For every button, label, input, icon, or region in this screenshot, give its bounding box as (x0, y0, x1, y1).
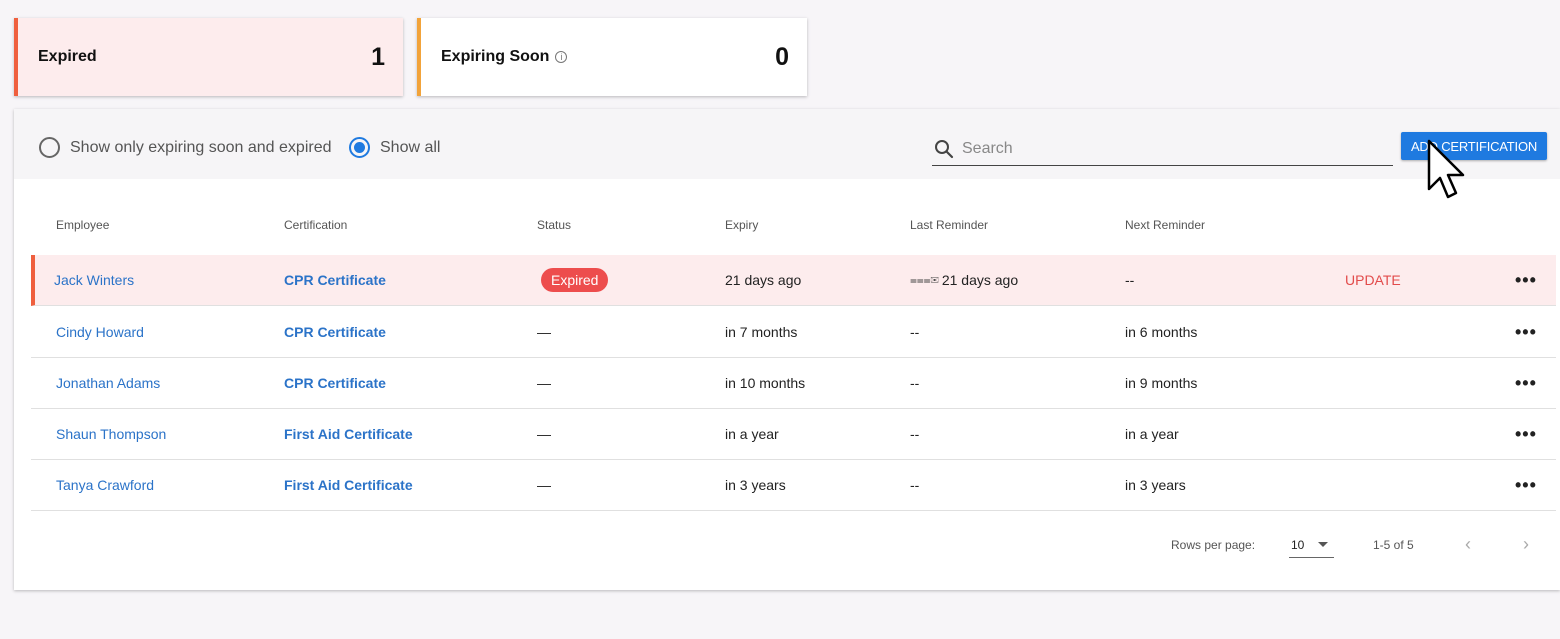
add-certification-button[interactable]: ADD CERTIFICATION (1401, 132, 1547, 160)
next-reminder-value: in 6 months (1125, 324, 1198, 340)
filter-toolbar: Show only expiring soon and expired Show… (14, 109, 1560, 179)
dropdown-caret-icon (1318, 542, 1329, 547)
expiry-value: in 7 months (725, 324, 798, 340)
column-header-expiry[interactable]: Expiry (725, 215, 758, 235)
certifications-panel: Show only expiring soon and expired Show… (14, 109, 1560, 590)
rows-per-page-select[interactable]: 10 (1289, 532, 1334, 558)
rows-per-page-label: Rows per page: (1171, 538, 1256, 552)
more-options-icon[interactable]: ••• (1515, 323, 1537, 341)
last-reminder-value: -- (910, 375, 920, 391)
radio-unchecked-icon (39, 137, 60, 158)
last-reminder-value: -- (910, 324, 920, 340)
expiring-soon-card-count: 0 (775, 42, 789, 71)
certification-link[interactable]: First Aid Certificate (284, 477, 413, 493)
status-value: — (537, 324, 551, 340)
expiring-soon-card[interactable]: Expiring Soon i 0 (417, 18, 807, 96)
employee-link[interactable]: Tanya Crawford (56, 477, 154, 493)
search-icon (935, 140, 954, 159)
expiry-value: in 3 years (725, 477, 786, 493)
certification-link[interactable]: First Aid Certificate (284, 426, 413, 442)
column-header-certification[interactable]: Certification (284, 215, 347, 235)
search-input[interactable] (962, 140, 1362, 158)
prev-page-icon[interactable]: ‹ (1465, 534, 1471, 555)
filter-radio-all-label: Show all (380, 138, 441, 156)
expiry-value: 21 days ago (725, 272, 802, 288)
certification-link[interactable]: CPR Certificate (284, 272, 386, 288)
table-row[interactable]: Cindy Howard CPR Certificate — in 7 mont… (31, 307, 1556, 358)
mouse-cursor-icon (1427, 139, 1465, 199)
mail-icon: ⩶✉ (910, 272, 939, 287)
expired-card[interactable]: Expired 1 (14, 18, 403, 96)
expiring-soon-card-label: Expiring Soon (441, 48, 550, 65)
page-range: 1-5 of 5 (1373, 538, 1414, 552)
employee-link[interactable]: Shaun Thompson (56, 426, 166, 442)
last-reminder-value: 21 days ago (941, 272, 1019, 288)
table-header: Employee Certification Status Expiry Las… (31, 215, 1556, 235)
certification-link[interactable]: CPR Certificate (284, 375, 386, 391)
info-icon[interactable]: i (555, 51, 568, 63)
table-row[interactable]: Jonathan Adams CPR Certificate — in 10 m… (31, 358, 1556, 409)
employee-link[interactable]: Cindy Howard (56, 324, 144, 340)
status-badge: Expired (541, 268, 609, 292)
column-header-last-reminder[interactable]: Last Reminder (910, 215, 988, 235)
column-header-employee[interactable]: Employee (56, 215, 109, 235)
status-value: — (537, 477, 551, 493)
column-header-status[interactable]: Status (537, 215, 571, 235)
last-reminder-value: -- (910, 426, 920, 442)
next-reminder-value: -- (1125, 272, 1135, 288)
filter-radio-all[interactable]: Show all (349, 137, 440, 158)
next-reminder-value: in a year (1125, 426, 1179, 442)
table-row[interactable]: Shaun Thompson First Aid Certificate — i… (31, 409, 1556, 460)
column-header-next-reminder[interactable]: Next Reminder (1125, 215, 1205, 235)
filter-radio-expiring[interactable]: Show only expiring soon and expired (39, 137, 332, 158)
filter-radio-expiring-label: Show only expiring soon and expired (70, 138, 332, 156)
expired-card-count: 1 (371, 42, 385, 71)
more-options-icon[interactable]: ••• (1515, 476, 1537, 494)
expiring-soon-card-title: Expiring Soon i (441, 48, 568, 66)
search-field (932, 133, 1393, 166)
last-reminder-cell: ⩶✉ 21 days ago (910, 255, 1018, 305)
employee-link[interactable]: Jonathan Adams (56, 375, 160, 391)
expired-card-label: Expired (38, 48, 97, 65)
expiry-value: in 10 months (725, 375, 806, 391)
employee-link[interactable]: Jack Winters (54, 272, 134, 288)
status-value: — (537, 375, 551, 391)
table-row[interactable]: Tanya Crawford First Aid Certificate — i… (31, 460, 1556, 511)
next-page-icon[interactable]: › (1523, 534, 1529, 555)
table-row[interactable]: Jack Winters CPR Certificate Expired 21 … (31, 255, 1556, 306)
next-reminder-value: in 3 years (1125, 477, 1186, 493)
more-options-icon[interactable]: ••• (1515, 425, 1537, 443)
expiry-value: in a year (725, 426, 779, 442)
pagination: Rows per page: 10 1-5 of 5 ‹ › (14, 526, 1560, 558)
last-reminder-value: -- (910, 477, 920, 493)
update-button[interactable]: UPDATE (1345, 272, 1401, 288)
rows-per-page-value: 10 (1291, 537, 1305, 552)
more-options-icon[interactable]: ••• (1515, 271, 1537, 289)
status-value: — (537, 426, 551, 442)
next-reminder-value: in 9 months (1125, 375, 1198, 391)
radio-checked-icon (349, 137, 370, 158)
certification-link[interactable]: CPR Certificate (284, 324, 386, 340)
more-options-icon[interactable]: ••• (1515, 374, 1537, 392)
